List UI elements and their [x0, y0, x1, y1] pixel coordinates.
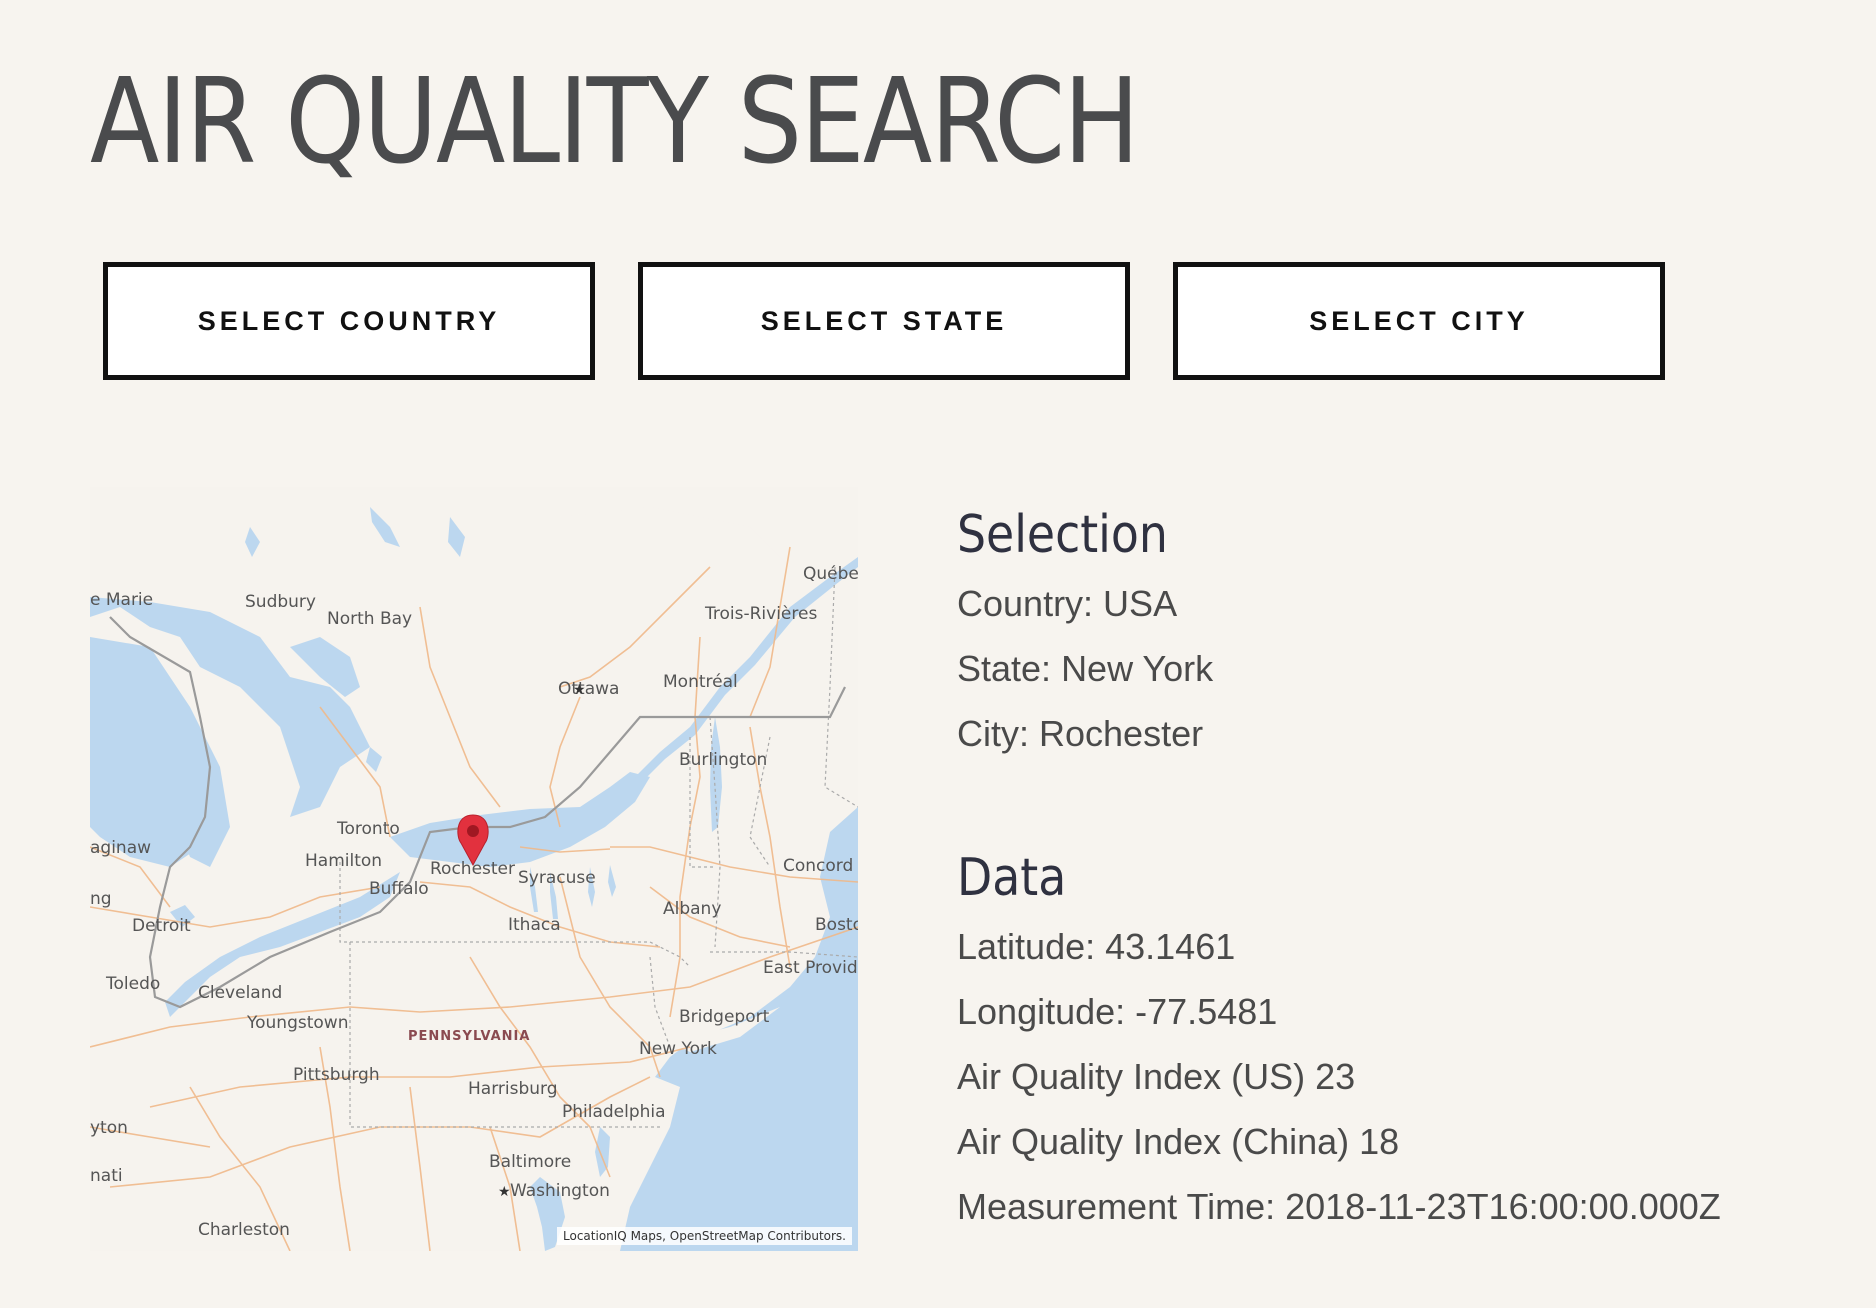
map-label-concord: Concord — [783, 856, 853, 876]
map-label-washington: Washington — [510, 1181, 610, 1201]
map-label-boston: Bosto — [815, 915, 858, 935]
map-label-cleveland: Cleveland — [198, 983, 282, 1003]
select-country-button[interactable]: SELECT COUNTRY — [103, 262, 595, 380]
map-label-syracuse: Syracuse — [518, 868, 596, 888]
map-label-toledo: Toledo — [105, 974, 160, 994]
page-title: AIR QUALITY SEARCH — [90, 52, 1140, 190]
map-label-quebec: Québe — [803, 564, 858, 584]
selection-heading: Selection — [957, 505, 1168, 565]
map-label-detroit: Detroit — [132, 916, 191, 936]
map-label-charleston: Charleston — [198, 1220, 290, 1240]
selected-city: City: Rochester — [957, 713, 1204, 754]
map-label-dayton: yton — [90, 1118, 128, 1138]
map-label-pittsburgh: Pittsburgh — [293, 1065, 380, 1085]
map-label-ithaca: Ithaca — [508, 915, 561, 935]
map-label-hamilton: Hamilton — [305, 851, 382, 871]
map-label-youngstown: Youngstown — [246, 1013, 348, 1033]
measurement-time-value: Measurement Time: 2018-11-23T16:00:00.00… — [957, 1186, 1721, 1227]
selected-country: Country: USA — [957, 583, 1178, 624]
map-label-buffalo: Buffalo — [369, 879, 429, 899]
aqi-us-value: Air Quality Index (US) 23 — [957, 1056, 1356, 1097]
map-label-ng: ng — [90, 889, 112, 909]
selection-panel: Selection Country: USA State: New York C… — [957, 505, 1213, 766]
map-attribution: LocationIQ Maps, OpenStreetMap Contribut… — [557, 1227, 852, 1245]
map-label-saginaw: aginaw — [90, 838, 151, 858]
map-canvas[interactable]: e Marie Sudbury North Bay Québe Trois-Ri… — [90, 487, 858, 1251]
map-label-harrisburg: Harrisburg — [468, 1079, 558, 1099]
map-label-burlington: Burlington — [679, 750, 767, 770]
map-label-sudbury: Sudbury — [245, 592, 316, 612]
capital-star-icon: ★ — [573, 681, 586, 697]
map-label-baltimore: Baltimore — [489, 1152, 571, 1172]
map-label-north-bay: North Bay — [327, 609, 412, 629]
select-state-button[interactable]: SELECT STATE — [638, 262, 1130, 380]
map-label-bridgeport: Bridgeport — [679, 1007, 770, 1027]
map-label-marie: e Marie — [90, 590, 153, 610]
map-label-philadelphia: Philadelphia — [562, 1102, 666, 1122]
map-label-toronto: Toronto — [336, 819, 400, 839]
latitude-value: Latitude: 43.1461 — [957, 926, 1236, 967]
data-heading: Data — [957, 848, 1067, 908]
data-panel: Data Latitude: 43.1461 Longitude: -77.54… — [957, 848, 1721, 1239]
map-label-new-york: New York — [639, 1039, 717, 1059]
map-label-trois-rivieres: Trois-Rivières — [704, 604, 817, 624]
location-map[interactable]: e Marie Sudbury North Bay Québe Trois-Ri… — [90, 487, 858, 1251]
map-label-albany: Albany — [663, 899, 721, 919]
select-city-button[interactable]: SELECT CITY — [1173, 262, 1665, 380]
aqi-china-value: Air Quality Index (China) 18 — [957, 1121, 1400, 1162]
longitude-value: Longitude: -77.5481 — [957, 991, 1278, 1032]
map-label-east-providence: East Provide — [763, 958, 858, 978]
selected-state: State: New York — [957, 648, 1214, 689]
map-label-cincinnati: nati — [90, 1166, 123, 1186]
map-label-ottawa: Ottawa — [558, 679, 619, 699]
map-label-montreal: Montréal — [663, 672, 738, 692]
map-label-pennsylvania: PENNSYLVANIA — [408, 1029, 530, 1044]
capital-star-icon: ★ — [498, 1183, 511, 1199]
